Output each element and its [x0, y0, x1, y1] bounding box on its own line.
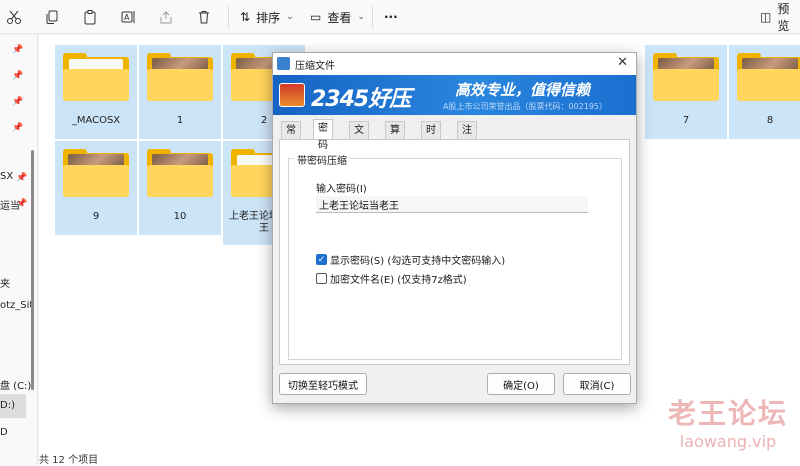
- brand-logo-text: 2345好压: [311, 87, 411, 112]
- navigation-pane: 📌 📌 📌 📌 SX 📌 运当 📌 夹 otz_Sit 盘 (C:) D:) D: [0, 35, 38, 466]
- cut-icon[interactable]: [4, 7, 24, 27]
- switch-quick-mode-button[interactable]: 切换至轻巧模式: [279, 373, 367, 395]
- folder-icon: [653, 53, 719, 101]
- pin-icon[interactable]: 📌: [16, 173, 27, 183]
- folder-name: _MACOSX: [71, 115, 121, 126]
- folder-icon: [63, 53, 129, 101]
- more-label: ···: [384, 10, 398, 24]
- rename-icon[interactable]: A: [118, 7, 138, 27]
- tab-files[interactable]: 文件: [349, 121, 369, 153]
- folder-tile[interactable]: 8: [729, 45, 800, 139]
- tab-time[interactable]: 时间: [421, 121, 441, 153]
- brand-subtitle: A股上市公司荣誉出品（股票代码：002195）: [443, 102, 608, 111]
- status-bar-item-count: 共 12 个项目: [39, 455, 99, 466]
- folder-name: 8: [766, 115, 774, 126]
- view-button[interactable]: ▭ 查看 ⌄: [310, 6, 365, 28]
- dialog-title-bar[interactable]: 压缩文件 ✕: [273, 53, 636, 75]
- watermark-title: 老王论坛: [667, 397, 788, 430]
- folder-name: 7: [682, 115, 690, 126]
- chevron-down-icon: ⌄: [286, 12, 294, 22]
- folder-icon: [147, 53, 213, 101]
- app-icon: [277, 57, 290, 70]
- pin-icon[interactable]: 📌: [12, 45, 23, 55]
- command-bar: A ⇅ 排序 ⌄ ▭ 查看 ⌄ ··· ◫ 预览: [0, 0, 800, 34]
- password-label: 输入密码(I): [316, 184, 367, 195]
- preview-label: 预览: [777, 2, 790, 33]
- folder-tile[interactable]: _MACOSX: [55, 45, 137, 139]
- watermark-url: laowang.vip: [679, 432, 777, 451]
- preview-pane-button[interactable]: ◫ 预览: [760, 2, 800, 33]
- show-password-checkbox[interactable]: ✓ 显示密码(S) (勾选可支持中文密码输入): [316, 252, 505, 267]
- dialog-title: 压缩文件: [295, 61, 335, 72]
- pin-icon[interactable]: 📌: [16, 199, 27, 209]
- scrollbar[interactable]: [31, 150, 34, 390]
- sort-button[interactable]: ⇅ 排序 ⌄: [240, 6, 294, 28]
- tab-general[interactable]: 常规: [281, 121, 301, 153]
- password-tab-panel: 带密码压缩 输入密码(I) ✓ 显示密码(S) (勾选可支持中文密码输入) 加密…: [279, 139, 630, 365]
- folder-icon: [147, 149, 213, 197]
- nav-item[interactable]: 盘 (C:): [0, 377, 31, 392]
- folder-tile[interactable]: 9: [55, 141, 137, 235]
- brand-slogan: 高效专业，值得信赖: [455, 81, 591, 99]
- cancel-button[interactable]: 取消(C): [563, 373, 631, 395]
- nav-item[interactable]: 夹: [0, 275, 10, 290]
- nav-item[interactable]: otz_Sit: [0, 300, 33, 311]
- pin-icon[interactable]: 📌: [12, 97, 23, 107]
- svg-text:A: A: [124, 13, 130, 22]
- delete-icon[interactable]: [194, 7, 214, 27]
- password-input[interactable]: [316, 196, 588, 213]
- sort-icon: ⇅: [240, 10, 251, 24]
- tab-comment[interactable]: 注释: [457, 121, 477, 153]
- toolbar-divider: [228, 6, 229, 28]
- folder-name: 9: [92, 211, 100, 222]
- nav-item[interactable]: D: [0, 427, 8, 438]
- brand-banner: 2345好压 高效专业，值得信赖 A股上市公司荣誉出品（股票代码：002195）: [273, 75, 636, 115]
- tab-algorithm[interactable]: 算法: [385, 121, 405, 153]
- nav-item-label: D:): [0, 400, 15, 411]
- checkbox-checked-icon: ✓: [316, 254, 327, 265]
- folder-tile[interactable]: 1: [139, 45, 221, 139]
- folder-name: 10: [173, 211, 187, 222]
- pin-icon[interactable]: 📌: [12, 71, 23, 81]
- checkbox-unchecked-icon: [316, 273, 327, 284]
- sort-label: 排序: [256, 10, 281, 25]
- share-icon[interactable]: [156, 7, 176, 27]
- close-icon[interactable]: ✕: [617, 55, 628, 70]
- site-watermark: 老王论坛 laowang.vip: [668, 392, 788, 451]
- paste-icon[interactable]: [80, 7, 100, 27]
- toolbar-divider: [372, 6, 373, 28]
- encrypt-filenames-checkbox[interactable]: 加密文件名(E) (仅支持7z格式): [316, 271, 467, 286]
- encrypt-filenames-label: 加密文件名(E) (仅支持7z格式): [330, 275, 467, 286]
- show-password-label: 显示密码(S) (勾选可支持中文密码输入): [330, 256, 506, 267]
- tab-password[interactable]: 密码: [313, 119, 333, 151]
- pin-icon[interactable]: 📌: [12, 123, 23, 133]
- view-label: 查看: [327, 10, 352, 25]
- folder-name: 1: [176, 115, 184, 126]
- ok-button[interactable]: 确定(O): [487, 373, 555, 395]
- copy-icon[interactable]: [42, 7, 62, 27]
- nav-selected-item[interactable]: D:): [0, 394, 26, 418]
- folder-tile[interactable]: 10: [139, 141, 221, 235]
- folder-tile[interactable]: 7: [645, 45, 727, 139]
- nav-item[interactable]: SX: [0, 171, 13, 182]
- compress-dialog: 压缩文件 ✕ 2345好压 高效专业，值得信赖 A股上市公司荣誉出品（股票代码：…: [272, 52, 637, 404]
- view-icon: ▭: [310, 10, 322, 24]
- chevron-down-icon: ⌄: [357, 12, 365, 22]
- haozip-logo-icon: [279, 83, 305, 107]
- folder-icon: [737, 53, 800, 101]
- more-options-button[interactable]: ···: [384, 6, 398, 28]
- groupbox-title: 带密码压缩: [294, 152, 350, 167]
- preview-pane-icon: ◫: [760, 10, 772, 24]
- folder-icon: [63, 149, 129, 197]
